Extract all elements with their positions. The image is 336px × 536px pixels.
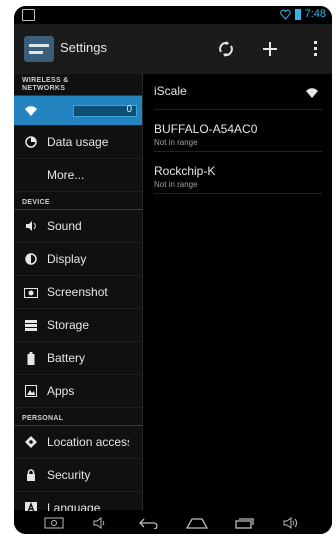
sidebar-item-storage[interactable]: Storage (14, 309, 142, 342)
plus-icon (263, 42, 277, 56)
sidebar-item-location[interactable]: Location access (14, 426, 142, 459)
section-header-device: DEVICE (14, 192, 142, 210)
page-title: Settings (60, 40, 107, 55)
volume-up-button[interactable] (280, 516, 304, 530)
network-status: Not in range (154, 138, 198, 147)
signal-icon (279, 9, 291, 20)
sidebar-item-screenshot[interactable]: Screenshot (14, 276, 142, 309)
sidebar-item-more[interactable]: More... (14, 159, 142, 192)
wifi-toggle[interactable]: 0 (73, 103, 137, 117)
network-item[interactable]: Rockchip-K Not in range (154, 152, 322, 194)
lock-icon (24, 468, 38, 482)
volume-down-icon (93, 516, 105, 529)
navigation-bar (14, 511, 332, 534)
add-network-button[interactable] (256, 34, 284, 64)
camera-icon (24, 285, 38, 299)
home-button[interactable] (185, 516, 209, 530)
sidebar-item-data-usage[interactable]: Data usage (14, 126, 142, 159)
volume-down-button[interactable] (89, 516, 113, 530)
notification-icon (22, 9, 35, 21)
network-item[interactable]: iScale (154, 74, 322, 110)
camera-nav-icon (44, 517, 64, 528)
wifi-toggle-state: 0 (126, 103, 132, 115)
recent-apps-button[interactable] (232, 516, 256, 530)
network-item[interactable]: BUFFALO-A54AC0 Not in range (154, 110, 322, 152)
network-ssid: Rockchip-K (154, 164, 216, 178)
network-ssid: iScale (154, 84, 187, 98)
home-icon (185, 517, 208, 529)
status-bar: 7:48 (14, 6, 332, 24)
wifi-network-list: iScale BUFFALO-A54AC0 Not in range Rockc… (144, 74, 332, 510)
display-icon (24, 252, 38, 266)
wifi-icon (24, 104, 38, 118)
sidebar-item-wifi[interactable]: 0 (14, 96, 142, 126)
wifi-signal-icon (306, 88, 318, 98)
sidebar-item-battery[interactable]: Battery (14, 342, 142, 375)
scan-button[interactable] (212, 34, 240, 64)
wps-icon (219, 41, 233, 57)
overflow-menu-button[interactable] (302, 34, 330, 64)
tablet-screen: 7:48 Settings WIRELESS & NETWORKS 0 Data… (14, 6, 332, 534)
section-header-wireless: WIRELESS & NETWORKS (14, 74, 142, 96)
recent-apps-icon (235, 517, 255, 529)
battery-icon (24, 351, 38, 365)
sound-icon (24, 219, 38, 233)
section-header-personal: PERSONAL (14, 408, 142, 426)
settings-app-icon[interactable] (24, 36, 54, 62)
apps-icon (24, 384, 38, 398)
storage-icon (24, 318, 38, 332)
more-vert-icon (314, 41, 317, 56)
status-time: 7:48 (304, 8, 326, 20)
location-icon (24, 435, 38, 449)
screenshot-nav-button[interactable] (42, 516, 66, 530)
sidebar-item-display[interactable]: Display (14, 243, 142, 276)
battery-status-icon (294, 8, 301, 20)
back-button[interactable] (137, 516, 161, 530)
back-icon (139, 518, 158, 529)
network-ssid: BUFFALO-A54AC0 (154, 122, 258, 136)
volume-up-icon (283, 516, 298, 529)
network-status: Not in range (154, 180, 198, 189)
settings-sidebar: WIRELESS & NETWORKS 0 Data usage More...… (14, 74, 143, 525)
data-usage-icon (24, 135, 38, 149)
sidebar-item-apps[interactable]: Apps (14, 375, 142, 408)
sidebar-item-sound[interactable]: Sound (14, 210, 142, 243)
action-bar: Settings (14, 24, 332, 75)
sidebar-item-security[interactable]: Security (14, 459, 142, 492)
